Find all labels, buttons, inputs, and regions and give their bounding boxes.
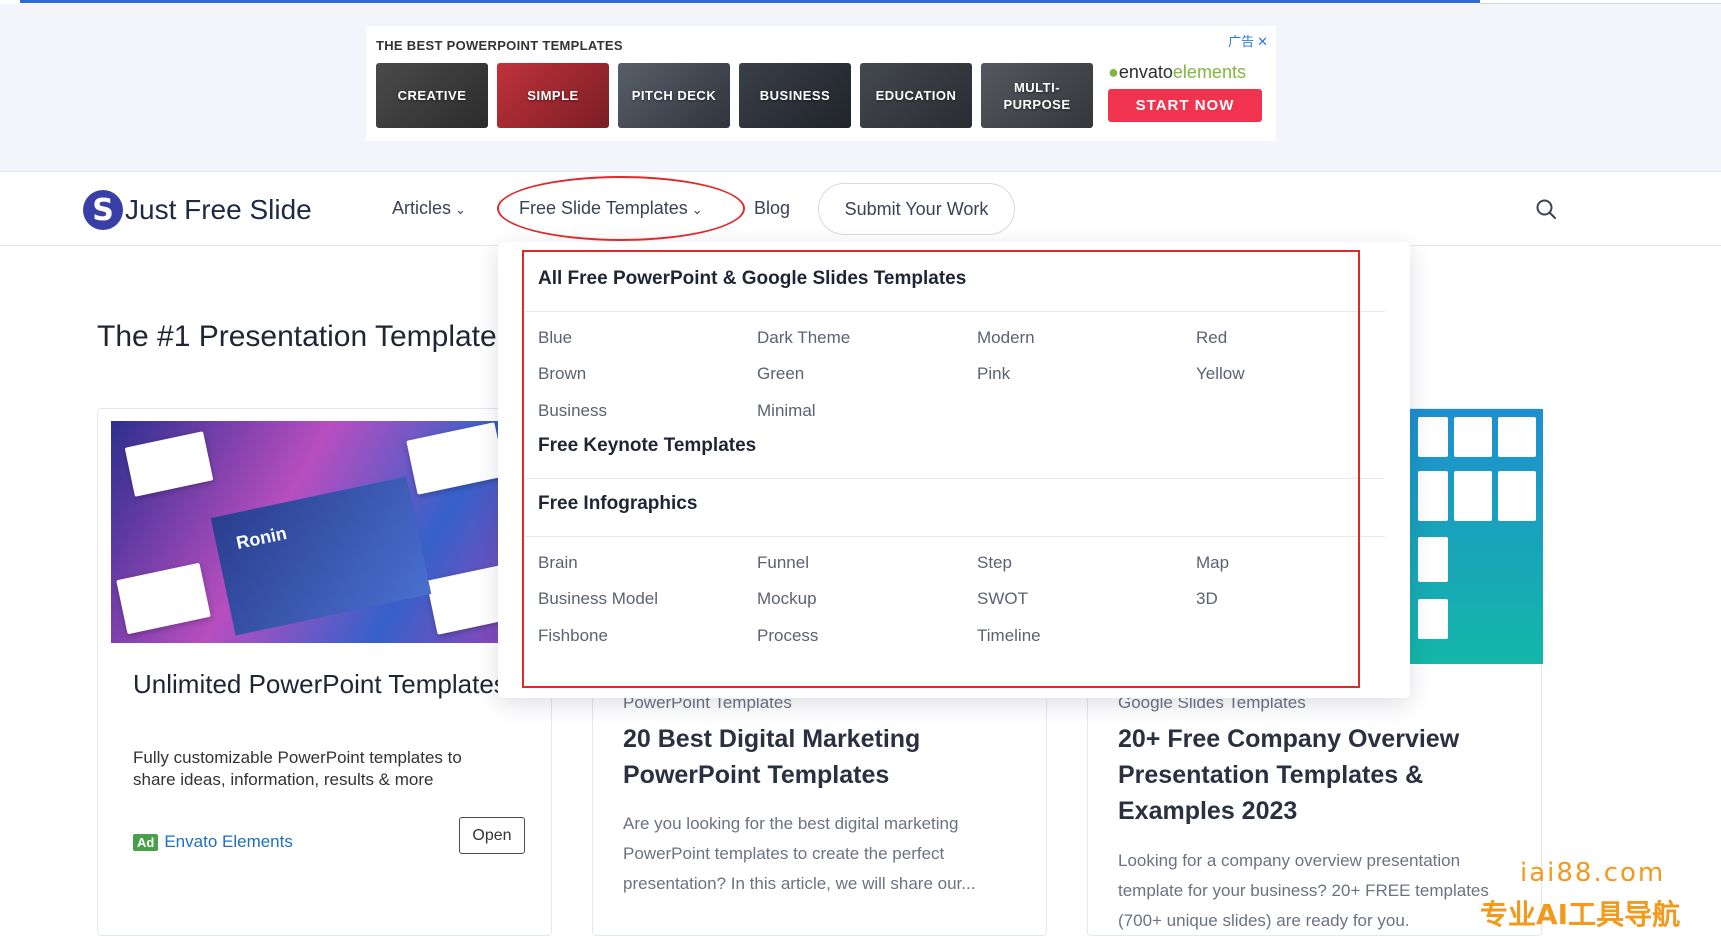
ronin-slide: Ronin: [210, 476, 432, 636]
ad-banner-area: THE BEST POWERPOINT TEMPLATES 广告 ✕ CREATI…: [0, 4, 1721, 172]
nav-blog[interactable]: Blog: [754, 198, 790, 219]
chevron-down-icon: ⌄: [455, 202, 466, 217]
card-title[interactable]: 20+ Free Company Overview Presentation T…: [1118, 721, 1518, 829]
logo-text: Just Free Slide: [125, 194, 312, 225]
ad-tile-creative[interactable]: CREATIVE: [376, 63, 488, 128]
thumb-tile: [1418, 599, 1448, 639]
ad-chip: Ad: [133, 833, 159, 851]
page-title: The #1 Presentation Template: [97, 320, 497, 353]
watermark-tagline: 专业AI工具导航: [1480, 898, 1681, 931]
start-now-button[interactable]: START NOW: [1108, 89, 1262, 122]
ad-tile-business[interactable]: BUSINESS: [739, 63, 851, 128]
envato-leaf-icon: ●: [1108, 62, 1119, 82]
ad-advertiser[interactable]: Ad Envato Elements: [133, 832, 293, 852]
watermark-domain: iai88.com: [1520, 858, 1666, 888]
card-thumbnail[interactable]: [1410, 409, 1543, 664]
site-logo[interactable]: S Just Free Slide: [83, 190, 312, 230]
ad-tiles: CREATIVE SIMPLE PITCH DECK BUSINESS EDUC…: [376, 63, 1093, 128]
envato-logo: ●envatoelements: [1108, 62, 1266, 83]
browser-progress-line: [20, 0, 1480, 3]
ad-tile-simple[interactable]: SIMPLE: [497, 63, 609, 128]
open-button[interactable]: Open: [459, 817, 525, 854]
envato-logo-prefix: envato: [1118, 62, 1173, 82]
logo-mark-icon: S: [83, 190, 123, 230]
thumb-tile: [1498, 417, 1536, 457]
ad-banner[interactable]: THE BEST POWERPOINT TEMPLATES 广告 ✕ CREATI…: [366, 26, 1276, 141]
advertiser-link[interactable]: Envato Elements: [164, 832, 293, 852]
ad-tile-multipurpose[interactable]: MULTI- PURPOSE: [981, 63, 1093, 128]
highlight-rect-annotation: [522, 250, 1360, 688]
slide-thumbnail: [116, 562, 211, 635]
thumb-tile: [1454, 471, 1492, 521]
envato-logo-suffix: elements: [1172, 62, 1246, 82]
search-icon[interactable]: [1535, 198, 1557, 225]
slide-thumbnail: [406, 422, 506, 495]
card-description: Looking for a company overview presentat…: [1118, 851, 1489, 930]
ad-card-image: Ronin: [111, 421, 539, 643]
thumb-tile: [1418, 417, 1448, 457]
ad-badge[interactable]: 广告 ✕: [1228, 31, 1268, 50]
card-title[interactable]: 20 Best Digital Marketing PowerPoint Tem…: [623, 721, 1023, 793]
slide-thumbnail: [124, 431, 214, 497]
ad-tile-pitch-deck[interactable]: PITCH DECK: [618, 63, 730, 128]
ad-card-title[interactable]: Unlimited PowerPoint Templates: [133, 669, 507, 700]
highlight-oval-annotation: [497, 176, 745, 241]
thumb-tile: [1418, 471, 1448, 521]
ad-tile-education[interactable]: EDUCATION: [860, 63, 972, 128]
thumb-tile: [1418, 537, 1448, 582]
thumb-tile: [1454, 417, 1492, 457]
nav-articles-label: Articles: [392, 198, 452, 218]
main-nav: S Just Free Slide Articles ⌄ Free Slide T…: [0, 172, 1721, 246]
ad-heading: THE BEST POWERPOINT TEMPLATES: [376, 38, 623, 53]
thumb-tile: [1498, 471, 1536, 521]
submit-your-work-button[interactable]: Submit Your Work: [818, 183, 1015, 235]
ad-card[interactable]: Ronin Unlimited PowerPoint Templates Ful…: [97, 408, 552, 936]
envato-block: ●envatoelements START NOW: [1108, 62, 1266, 122]
ad-badge-label: 广告: [1228, 34, 1255, 49]
nav-articles[interactable]: Articles ⌄: [392, 198, 466, 219]
ad-card-description: Fully customizable PowerPoint templates …: [133, 748, 462, 789]
close-icon[interactable]: ✕: [1257, 34, 1268, 49]
card-description: Are you looking for the best digital mar…: [623, 814, 976, 893]
